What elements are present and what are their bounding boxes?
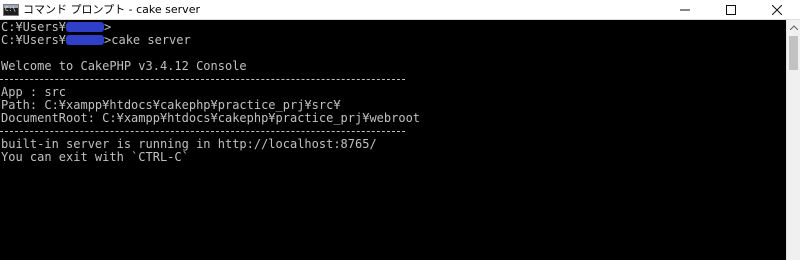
separator-line (0, 79, 405, 81)
welcome-line: Welcome to CakePHP v3.4.12 Console (1, 59, 247, 73)
minimize-icon (680, 9, 690, 10)
prompt-path: C:¥Users¥ (1, 20, 67, 34)
prompt-line-2: C:¥Users¥ >cake server (1, 34, 191, 47)
window-title: コマンド プロンプト - cake server (23, 3, 200, 16)
minimize-button[interactable] (662, 0, 708, 19)
maximize-icon (726, 4, 736, 15)
scroll-up-button[interactable] (787, 20, 800, 34)
console-output[interactable]: C:¥Users¥ > C:¥Users¥ >cake server Welcome… (0, 20, 786, 260)
vertical-scrollbar[interactable] (786, 20, 800, 260)
close-icon (772, 4, 782, 15)
title-bar[interactable]: コマンド プロンプト - cake server (0, 0, 800, 20)
command-prompt-window: コマンド プロンプト - cake server C:¥Users¥ > (0, 0, 800, 260)
scrollbar-thumb[interactable] (789, 36, 798, 70)
prompt-path: C:¥Users¥ (1, 33, 67, 47)
separator-line (0, 131, 405, 133)
window-controls (662, 0, 800, 19)
close-button[interactable] (754, 0, 800, 19)
command-text: >cake server (104, 33, 191, 47)
cmd-console-icon (3, 3, 19, 16)
maximize-button[interactable] (708, 0, 754, 19)
redacted-username (66, 35, 105, 45)
redacted-username (66, 22, 105, 32)
chevron-up-icon (789, 24, 798, 30)
exit-hint-line: You can exit with `CTRL-C` (1, 150, 189, 164)
prompt-symbol: > (104, 20, 112, 34)
document-root-line: DocumentRoot: C:¥xampp¥htdocs¥cakephp¥pr… (1, 111, 421, 125)
